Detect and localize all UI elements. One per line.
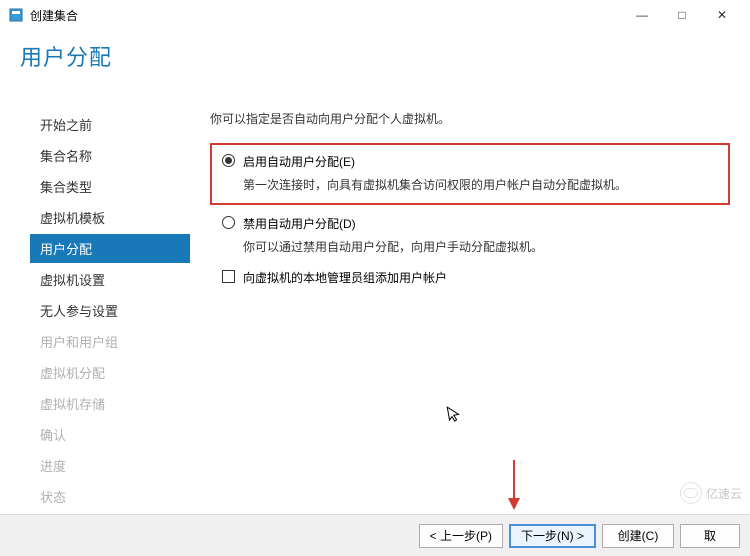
wizard-sidebar: 开始之前 集合名称 集合类型 虚拟机模板 用户分配 虚拟机设置 无人参与设置 用… bbox=[0, 30, 190, 510]
checkbox-admin-label: 向虚拟机的本地管理员组添加用户帐户 bbox=[243, 269, 447, 286]
sidebar-item-vm-template[interactable]: 虚拟机模板 bbox=[30, 203, 190, 232]
sidebar-item-vm-storage: 虚拟机存储 bbox=[30, 389, 190, 418]
watermark-logo-icon bbox=[680, 482, 702, 504]
watermark-text: 亿速云 bbox=[706, 485, 742, 502]
sidebar-item-collection-name[interactable]: 集合名称 bbox=[30, 141, 190, 170]
app-icon bbox=[8, 7, 24, 23]
close-button[interactable]: ✕ bbox=[702, 1, 742, 29]
main-content: 你可以指定是否自动向用户分配个人虚拟机。 启用自动用户分配(E) 第一次连接时，… bbox=[190, 30, 750, 510]
sidebar-item-unattended[interactable]: 无人参与设置 bbox=[30, 296, 190, 325]
instruction-text: 你可以指定是否自动向用户分配个人虚拟机。 bbox=[210, 110, 730, 127]
sidebar-item-user-assignment[interactable]: 用户分配 bbox=[30, 234, 190, 263]
checkbox-add-admin-user[interactable]: 向虚拟机的本地管理员组添加用户帐户 bbox=[222, 269, 730, 286]
radio-enable-auto-assignment[interactable]: 启用自动用户分配(E) 第一次连接时，向具有虚拟机集合访问权限的用户帐户自动分配… bbox=[222, 153, 718, 193]
page-header: 用户分配 bbox=[20, 40, 112, 72]
page-title: 用户分配 bbox=[20, 40, 112, 72]
cancel-button[interactable]: 取 bbox=[680, 524, 740, 548]
annotation-arrow-icon bbox=[506, 460, 522, 513]
minimize-button[interactable]: — bbox=[622, 1, 662, 29]
checkbox-icon bbox=[222, 270, 235, 283]
wizard-footer: < 上一步(P) 下一步(N) > 创建(C) 取 bbox=[0, 514, 750, 556]
maximize-button[interactable]: □ bbox=[662, 1, 702, 29]
radio-disable-desc: 你可以通过禁用自动用户分配，向用户手动分配虚拟机。 bbox=[243, 238, 730, 255]
radio-enable-desc: 第一次连接时，向具有虚拟机集合访问权限的用户帐户自动分配虚拟机。 bbox=[243, 176, 718, 193]
radio-icon bbox=[222, 154, 235, 167]
sidebar-item-vm-settings[interactable]: 虚拟机设置 bbox=[30, 265, 190, 294]
prev-button[interactable]: < 上一步(P) bbox=[419, 524, 503, 548]
watermark: 亿速云 bbox=[680, 482, 742, 504]
titlebar: 创建集合 — □ ✕ bbox=[0, 0, 750, 30]
sidebar-item-collection-type[interactable]: 集合类型 bbox=[30, 172, 190, 201]
window-controls: — □ ✕ bbox=[622, 1, 742, 29]
sidebar-item-before-begin[interactable]: 开始之前 bbox=[30, 110, 190, 139]
next-button[interactable]: 下一步(N) > bbox=[509, 524, 596, 548]
create-button[interactable]: 创建(C) bbox=[602, 524, 674, 548]
sidebar-item-status: 状态 bbox=[30, 482, 190, 511]
sidebar-item-users-groups: 用户和用户组 bbox=[30, 327, 190, 356]
sidebar-item-vm-assignment: 虚拟机分配 bbox=[30, 358, 190, 387]
window-title: 创建集合 bbox=[30, 7, 78, 24]
radio-enable-label: 启用自动用户分配(E) bbox=[243, 153, 718, 170]
radio-disable-auto-assignment[interactable]: 禁用自动用户分配(D) 你可以通过禁用自动用户分配，向用户手动分配虚拟机。 bbox=[222, 215, 730, 255]
sidebar-item-confirm: 确认 bbox=[30, 420, 190, 449]
radio-disable-label: 禁用自动用户分配(D) bbox=[243, 215, 730, 232]
highlighted-option-box: 启用自动用户分配(E) 第一次连接时，向具有虚拟机集合访问权限的用户帐户自动分配… bbox=[210, 143, 730, 205]
sidebar-item-progress: 进度 bbox=[30, 451, 190, 480]
radio-icon bbox=[222, 216, 235, 229]
